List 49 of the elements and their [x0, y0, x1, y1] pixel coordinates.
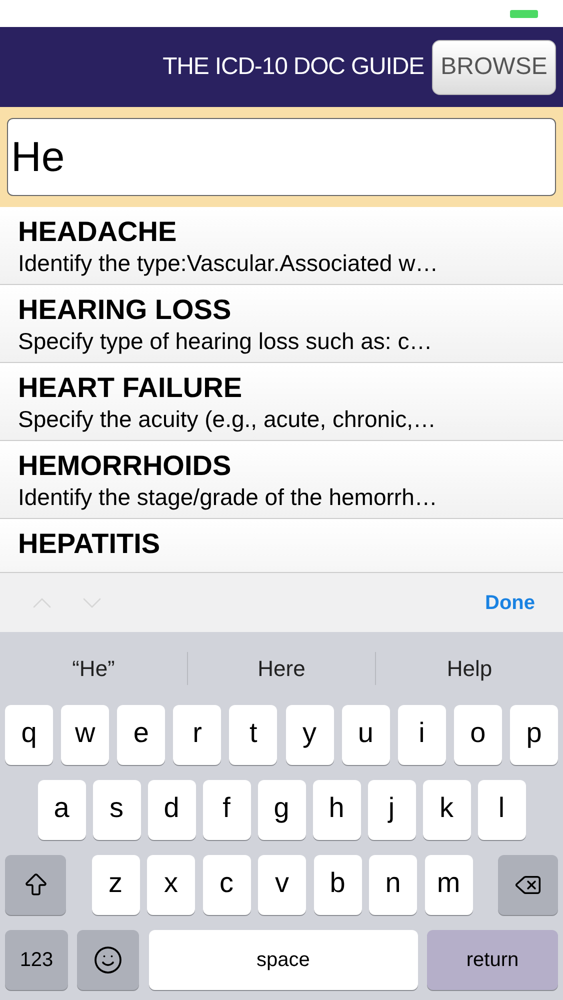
letter-key[interactable]: b [314, 855, 362, 915]
letter-key[interactable]: j [368, 780, 416, 840]
result-title: HEMORRHOIDS [18, 449, 232, 483]
letter-key[interactable]: p [510, 705, 558, 765]
letter-key[interactable]: u [342, 705, 390, 765]
result-title: HEADACHE [18, 215, 178, 249]
letter-key[interactable]: i [398, 705, 446, 765]
letter-key[interactable]: x [147, 855, 195, 915]
suggestion[interactable]: Here [258, 652, 306, 685]
result-description: Specify type of hearing loss such as: c… [18, 327, 434, 355]
letter-key[interactable]: z [92, 855, 140, 915]
result-description: Identify the type:Vascular.Associated w… [18, 249, 440, 277]
letter-key[interactable]: s [92, 780, 140, 840]
letter-key[interactable]: o [454, 705, 502, 765]
result-title: HEART FAILURE [18, 371, 243, 405]
letter-key[interactable]: w [61, 705, 110, 765]
search-field[interactable]: He [7, 118, 556, 196]
emoji-icon [93, 945, 124, 975]
letter-key[interactable]: q [5, 705, 53, 765]
space-key[interactable]: space [148, 930, 418, 990]
letter-key[interactable]: d [148, 780, 196, 840]
delete-key[interactable] [498, 855, 558, 915]
letter-key[interactable]: c [202, 855, 250, 915]
result-description: Identify the stage/grade of the hemorrh… [18, 483, 438, 511]
letter-key[interactable]: f [202, 780, 250, 840]
return-key[interactable]: return [426, 930, 558, 990]
letter-key[interactable]: h [312, 780, 360, 840]
result-description: Specify the acuity (e.g., acute, chronic,… [18, 405, 438, 433]
result-title: HEPATITIS [18, 527, 162, 561]
letter-key[interactable]: g [258, 780, 306, 840]
letter-key[interactable]: t [229, 705, 278, 765]
letter-key[interactable]: m [424, 855, 472, 915]
battery-icon [510, 10, 538, 18]
letter-key[interactable]: n [369, 855, 417, 915]
shift-key[interactable] [5, 855, 66, 915]
letter-key[interactable]: e [117, 705, 166, 765]
letter-key[interactable]: r [173, 705, 222, 765]
browse-button[interactable]: BROWSE [432, 40, 556, 94]
letter-key[interactable]: y [286, 705, 334, 765]
letter-key[interactable]: l [478, 780, 526, 840]
numbers-key[interactable]: 123 [5, 930, 68, 990]
emoji-key[interactable] [77, 930, 140, 990]
letter-key[interactable]: a [38, 780, 86, 840]
suggestion[interactable]: “He” [72, 652, 115, 685]
letter-key[interactable]: k [422, 780, 470, 840]
app-title: THE ICD-10 DOC GUIDE [162, 52, 424, 82]
letter-key[interactable]: v [258, 855, 306, 915]
suggestion[interactable]: Help [446, 652, 492, 685]
result-title: HEARING LOSS [18, 293, 232, 327]
